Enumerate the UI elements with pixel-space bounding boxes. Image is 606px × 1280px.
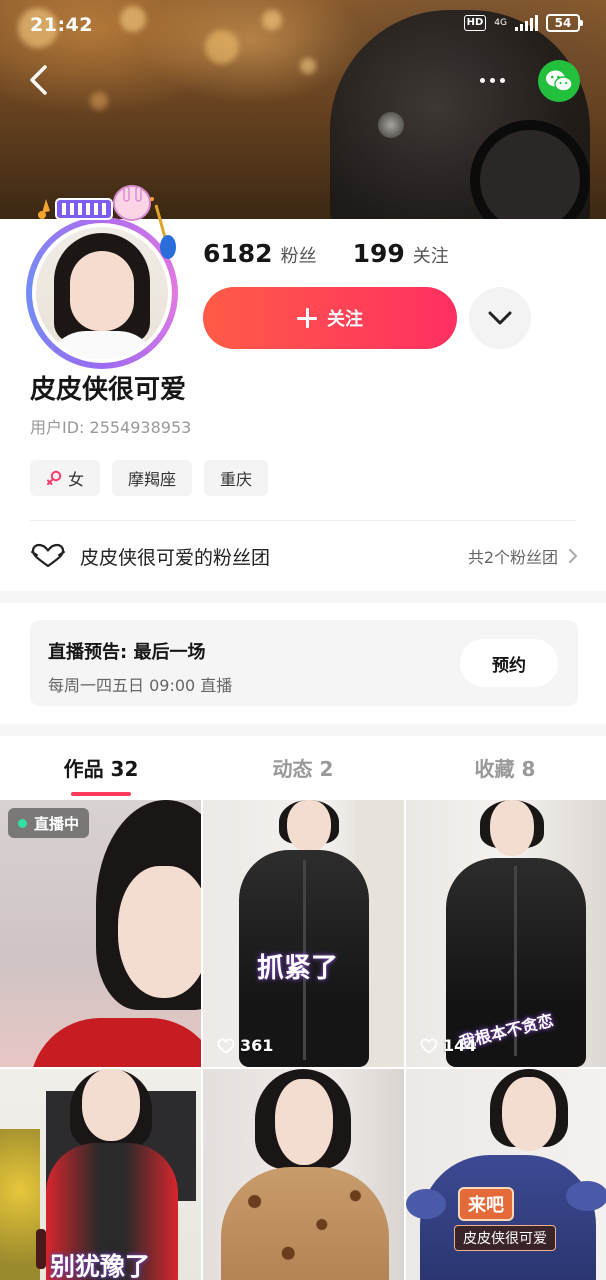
works-grid: 直播中 抓紧了 361 我根本不贪恋 144 别犹豫了 来吧 皮皮侠很可爱 <box>0 800 606 1280</box>
back-button[interactable] <box>18 58 58 102</box>
user-id[interactable]: 用户ID: 2554938953 <box>30 414 191 438</box>
fanclub-name: 皮皮侠很可爱的粉丝团 <box>80 546 271 569</box>
gender-tag-label: 女 <box>68 470 85 489</box>
location-tag-label: 重庆 <box>220 470 253 489</box>
wechat-share-button[interactable] <box>538 60 580 102</box>
content-tabs: 作品 32 动态 2 收藏 8 <box>0 736 606 798</box>
tab-moments[interactable]: 动态 2 <box>202 736 404 798</box>
fanclub-row[interactable]: 皮皮侠很可爱的粉丝团 共2个粉丝团 <box>30 521 578 591</box>
profile-tags: 女 摩羯座 重庆 <box>30 460 269 496</box>
status-bar: 21:42 HD 4G 54 <box>0 0 606 50</box>
heart-icon <box>420 1038 438 1054</box>
section-separator <box>0 724 606 736</box>
tab-favorites[interactable]: 收藏 8 <box>404 736 606 798</box>
video-caption-name: 皮皮侠很可爱 <box>454 1225 556 1251</box>
followers-stat[interactable]: 6182 粉丝 <box>203 239 317 268</box>
avatar-frame-music-icon <box>38 185 176 259</box>
status-icons: HD 4G 54 <box>463 14 583 32</box>
video-caption: 来吧 <box>458 1187 514 1221</box>
nickname: 皮皮侠很可爱 <box>30 375 187 405</box>
following-stat[interactable]: 199 关注 <box>353 239 449 268</box>
location-tag: 重庆 <box>204 460 269 496</box>
following-count: 199 <box>352 239 405 268</box>
battery-level: 54 <box>554 16 572 30</box>
video-caption: 别犹豫了 <box>50 1252 151 1280</box>
more-button[interactable] <box>470 62 514 98</box>
follow-button-label: 关注 <box>327 309 363 330</box>
followers-label: 粉丝 <box>280 246 317 267</box>
following-label: 关注 <box>412 246 449 267</box>
network-label: 4G <box>494 18 507 28</box>
heart-icon <box>217 1038 235 1054</box>
video-tile[interactable]: 我根本不贪恋 144 <box>406 800 606 1067</box>
live-badge-label: 直播中 <box>34 814 80 833</box>
fanclub-count-label: 共2个粉丝团 <box>467 548 558 567</box>
follow-button[interactable]: 关注 <box>203 287 457 349</box>
chevron-right-icon <box>569 549 577 563</box>
wechat-icon <box>546 70 573 92</box>
live-preview-title: 直播预告: 最后一场 <box>48 642 206 663</box>
profile-stats: 6182 粉丝 199 关注 <box>203 239 449 268</box>
video-tile[interactable] <box>203 1069 404 1280</box>
live-badge: 直播中 <box>8 808 90 838</box>
female-icon <box>47 470 62 485</box>
section-separator <box>0 591 606 603</box>
fanclub-count: 共2个粉丝团 <box>468 544 578 568</box>
video-tile[interactable]: 抓紧了 361 <box>203 800 404 1067</box>
video-tile[interactable]: 来吧 皮皮侠很可爱 <box>406 1069 606 1280</box>
reserve-button[interactable]: 预约 <box>460 639 558 687</box>
followers-count: 6182 <box>203 239 273 268</box>
likes-count: 144 <box>420 1036 476 1055</box>
live-dot-icon <box>18 818 27 828</box>
video-caption: 抓紧了 <box>257 953 338 984</box>
more-dots-icon <box>479 77 485 83</box>
battery-icon: 54 <box>546 14 583 32</box>
zodiac-tag-label: 摩羯座 <box>128 470 177 489</box>
live-preview-schedule: 每周一四五日 09:00 直播 <box>48 676 233 695</box>
video-tile[interactable]: 别犹豫了 <box>0 1069 201 1280</box>
signal-icon <box>515 15 538 31</box>
heart-outline-icon <box>31 543 65 568</box>
likes-value: 361 <box>240 1036 274 1055</box>
tab-works[interactable]: 作品 32 <box>0 736 202 798</box>
expand-recommendations-button[interactable] <box>469 287 531 349</box>
hd-icon: HD <box>463 15 487 31</box>
gender-tag: 女 <box>30 460 101 496</box>
zodiac-tag: 摩羯座 <box>112 460 193 496</box>
live-preview-card[interactable]: 直播预告: 最后一场 每周一四五日 09:00 直播 预约 <box>30 620 578 706</box>
profile-section: 6182 粉丝 199 关注 关注 皮皮侠很可爱 用户ID: 2554938953 … <box>0 185 606 591</box>
plus-icon <box>297 308 317 328</box>
likes-count: 361 <box>217 1036 273 1055</box>
status-time: 21:42 <box>30 14 93 36</box>
likes-value: 144 <box>443 1036 477 1055</box>
video-tile-live[interactable]: 直播中 <box>0 800 201 1067</box>
chevron-down-icon <box>488 311 512 325</box>
chevron-left-icon <box>30 65 47 95</box>
